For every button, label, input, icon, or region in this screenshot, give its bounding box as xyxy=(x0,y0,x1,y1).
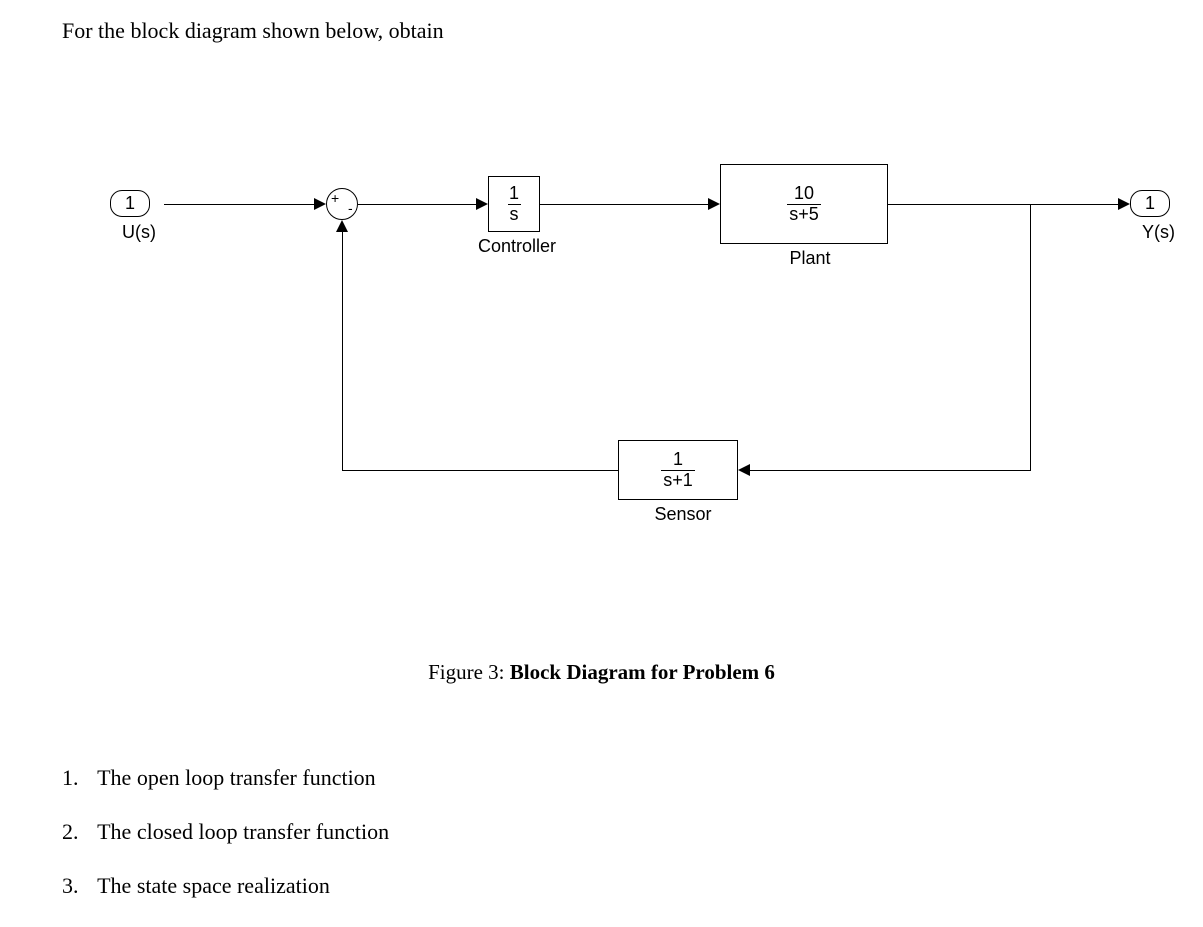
controller-denominator: s xyxy=(508,204,521,225)
plant-denominator: s+5 xyxy=(787,204,821,225)
figure-prefix: Figure 3: xyxy=(428,660,510,684)
wire xyxy=(358,204,476,205)
plant-numerator: 10 xyxy=(794,184,814,204)
sensor-denominator: s+1 xyxy=(661,470,695,491)
input-port: 1 xyxy=(110,190,150,217)
figure-title: Block Diagram for Problem 6 xyxy=(510,660,775,684)
output-port-number: 1 xyxy=(1145,193,1155,213)
wire xyxy=(164,204,314,205)
plant-tf: 10 s+5 xyxy=(787,184,821,225)
sensor-block: 1 s+1 xyxy=(618,440,738,500)
wire xyxy=(540,204,708,205)
arrow-left-icon xyxy=(738,464,750,476)
controller-block: 1 s xyxy=(488,176,540,232)
input-port-label: U(s) xyxy=(122,222,156,243)
figure-caption: Figure 3: Block Diagram for Problem 6 xyxy=(0,660,1203,685)
question-list: 1. The open loop transfer function 2. Th… xyxy=(62,765,389,927)
question-item: 2. The closed loop transfer function xyxy=(62,819,389,845)
sum-minus: - xyxy=(348,200,353,216)
sensor-tf: 1 s+1 xyxy=(661,450,695,491)
question-text: The open loop transfer function xyxy=(97,765,376,790)
question-item: 3. The state space realization xyxy=(62,873,389,899)
arrow-right-icon xyxy=(708,198,720,210)
question-number: 1. xyxy=(62,765,92,791)
controller-numerator: 1 xyxy=(509,184,519,204)
wire xyxy=(1030,204,1031,470)
wire xyxy=(342,232,343,471)
sum-plus: + xyxy=(331,190,339,206)
arrow-right-icon xyxy=(314,198,326,210)
question-text: The closed loop transfer function xyxy=(97,819,389,844)
output-port: 1 xyxy=(1130,190,1170,217)
plant-block: 10 s+5 xyxy=(720,164,888,244)
question-item: 1. The open loop transfer function xyxy=(62,765,389,791)
sensor-label: Sensor xyxy=(648,504,718,525)
sensor-numerator: 1 xyxy=(673,450,683,470)
arrow-up-icon xyxy=(336,220,348,232)
intro-text: For the block diagram shown below, obtai… xyxy=(62,18,444,44)
output-port-label: Y(s) xyxy=(1142,222,1175,243)
question-number: 2. xyxy=(62,819,92,845)
arrow-right-icon xyxy=(1118,198,1130,210)
controller-label: Controller xyxy=(472,236,562,257)
arrow-right-icon xyxy=(476,198,488,210)
question-text: The state space realization xyxy=(97,873,330,898)
wire xyxy=(750,470,1031,471)
wire xyxy=(888,204,1118,205)
input-port-number: 1 xyxy=(125,193,135,213)
block-diagram: 1 U(s) + - 1 s Controller 10 s+5 Plant 1… xyxy=(70,150,1150,600)
controller-tf: 1 s xyxy=(508,184,521,225)
plant-label: Plant xyxy=(780,248,840,269)
wire xyxy=(342,470,618,471)
question-number: 3. xyxy=(62,873,92,899)
